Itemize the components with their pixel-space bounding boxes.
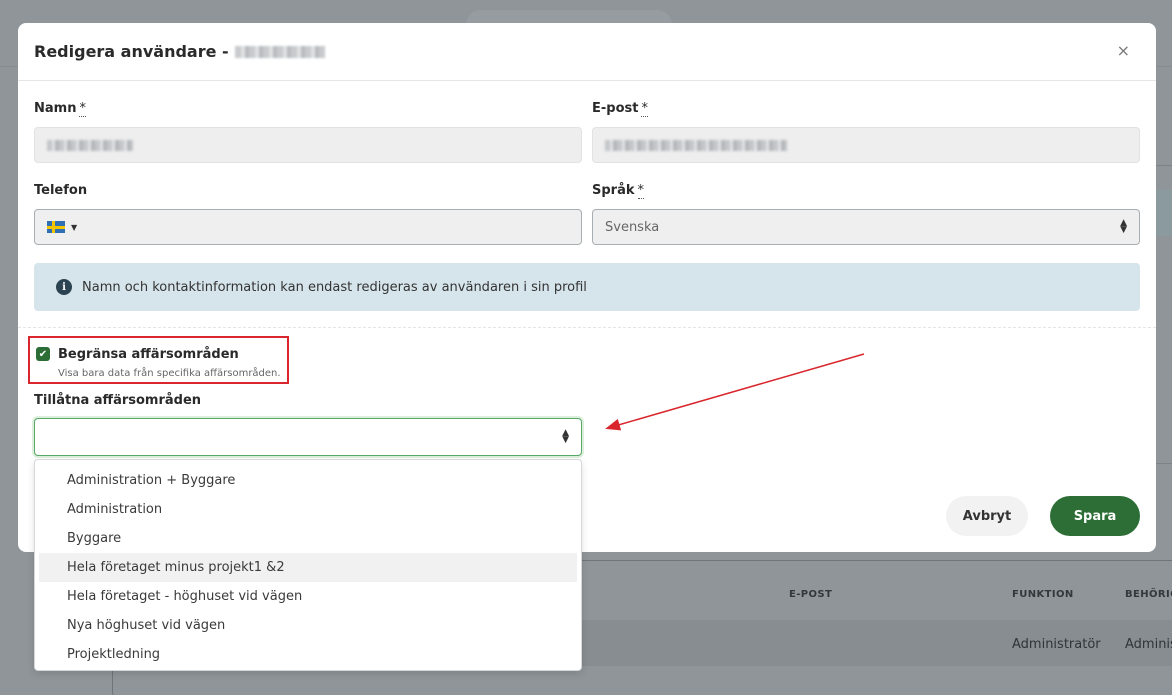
allowed-areas-dropdown: Administration + Byggare Administration …: [34, 459, 582, 671]
bg-header-function: FUNKTION: [1012, 589, 1074, 600]
required-mark: *: [79, 101, 86, 117]
background-strip: [1156, 190, 1172, 236]
dropdown-option[interactable]: Administration: [39, 495, 577, 524]
name-label: Namn *: [34, 101, 86, 117]
bg-cell-permission: Adminis: [1125, 637, 1172, 652]
background-divider: [1156, 165, 1172, 166]
section-divider: [18, 327, 1156, 328]
allowed-areas-label: Tillåtna affärsområden: [34, 393, 202, 408]
redacted-name-value: [47, 139, 133, 151]
bg-header-permission: BEHÖRIG: [1125, 589, 1172, 600]
sort-arrows-icon: ▲ ▼: [562, 428, 569, 445]
redacted-email-value: [605, 139, 787, 151]
bg-cell-function: Administratör: [1012, 637, 1101, 652]
swedish-flag-icon[interactable]: [47, 221, 65, 233]
annotation-highlight-box: [28, 336, 289, 384]
language-label: Språk *: [592, 183, 644, 199]
info-alert: i Namn och kontaktinformation kan endast…: [34, 263, 1140, 311]
bg-header-email: E-POST: [789, 589, 833, 600]
required-mark: *: [637, 183, 644, 199]
dropdown-option[interactable]: Administration + Byggare: [39, 466, 577, 495]
dropdown-option[interactable]: Nya höghuset vid vägen: [39, 611, 577, 640]
dropdown-option[interactable]: Projektledning: [39, 640, 577, 669]
close-icon[interactable]: ×: [1117, 43, 1130, 59]
info-text: Namn och kontaktinformation kan endast r…: [82, 279, 587, 295]
info-icon: i: [56, 279, 72, 295]
language-select-value: Svenska: [605, 219, 660, 235]
dropdown-option[interactable]: Hela företaget - höghuset vid vägen: [39, 582, 577, 611]
phone-field[interactable]: ▼: [34, 209, 582, 245]
modal-title: Redigera användare -: [34, 42, 229, 61]
phone-label: Telefon: [34, 183, 88, 198]
redacted-user-name: [234, 45, 325, 58]
language-select[interactable]: Svenska ▲ ▼: [592, 209, 1140, 245]
chevron-down-icon[interactable]: ▼: [71, 223, 77, 232]
background-divider: [1156, 463, 1172, 464]
email-label-text: E-post: [592, 101, 639, 116]
edit-user-modal: Redigera användare - × Namn * E-post * Tel…: [18, 23, 1156, 671]
dropdown-option-hovered[interactable]: Hela företaget minus projekt1 &2: [39, 553, 577, 582]
allowed-areas-select[interactable]: ▲ ▼: [34, 418, 582, 456]
email-field: [592, 127, 1140, 163]
save-button[interactable]: Spara: [1050, 496, 1140, 536]
name-label-text: Namn: [34, 101, 77, 116]
name-field: [34, 127, 582, 163]
dropdown-option[interactable]: Byggare: [39, 524, 577, 553]
email-label: E-post *: [592, 101, 648, 117]
modal-header: Redigera användare - ×: [18, 23, 1156, 81]
sort-arrows-icon: ▲ ▼: [1120, 218, 1127, 235]
cancel-button[interactable]: Avbryt: [946, 496, 1028, 536]
language-label-text: Språk: [592, 183, 635, 198]
required-mark: *: [641, 101, 648, 117]
